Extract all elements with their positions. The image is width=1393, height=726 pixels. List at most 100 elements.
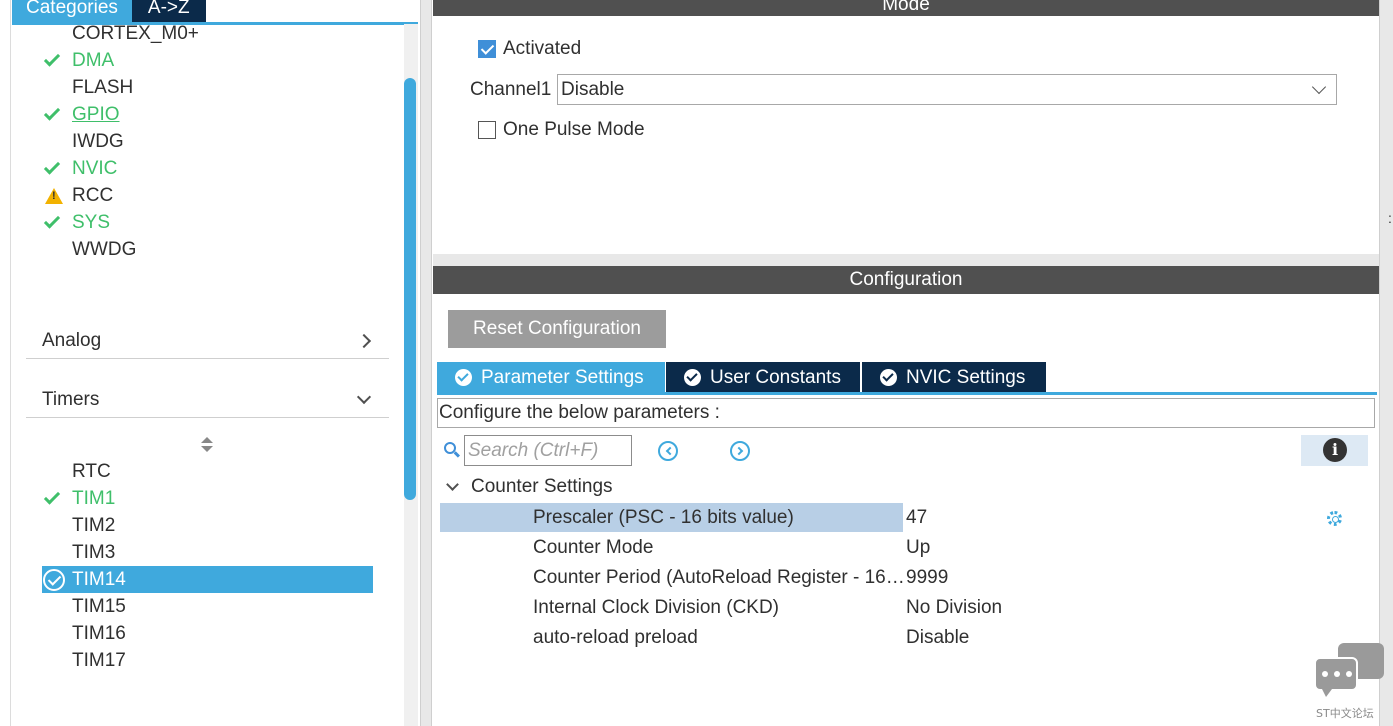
param-value[interactable]: Up <box>906 537 930 559</box>
category-item-label: SYS <box>72 211 111 233</box>
tab-parameter-settings[interactable]: Parameter Settings <box>437 362 665 393</box>
section-label: Analog <box>42 329 102 351</box>
mode-header: Mode <box>433 0 1379 16</box>
param-name: Counter Mode <box>533 537 654 558</box>
watermark-text: ST中文论坛 <box>1316 707 1374 720</box>
category-item-label: FLASH <box>72 76 134 98</box>
tab-label: User Constants <box>710 367 841 388</box>
timer-item-label: TIM16 <box>72 622 126 644</box>
timer-item-label: TIM15 <box>72 595 126 617</box>
check-icon <box>43 50 61 67</box>
right-edge: : <box>1379 0 1393 726</box>
param-value[interactable]: 47 <box>906 507 927 529</box>
category-item-label: CORTEX_M0+ <box>72 22 199 44</box>
prev-icon[interactable] <box>658 441 678 461</box>
check-icon <box>43 104 61 121</box>
check-circle-icon <box>880 369 897 386</box>
category-item-sys[interactable]: SYS <box>42 209 110 236</box>
search-input[interactable] <box>464 435 632 466</box>
tab-label: Parameter Settings <box>481 367 644 388</box>
categories-panel: Categories A->Z CORTEX_M0+ DMA FLASH GPI… <box>0 0 420 726</box>
category-item-label: IWDG <box>72 130 124 152</box>
channel1-label: Channel1 <box>470 79 552 100</box>
section-analog[interactable]: Analog <box>26 323 389 359</box>
param-row-clock-division[interactable]: Internal Clock Division (CKD) No Divisio… <box>440 593 1370 623</box>
splitter[interactable] <box>420 0 432 726</box>
timer-item-label: TIM17 <box>72 649 126 671</box>
category-item-iwdg[interactable]: IWDG <box>42 128 124 155</box>
timer-item-label: TIM2 <box>72 514 116 536</box>
chevron-down-icon <box>1311 79 1327 95</box>
category-item-label: DMA <box>72 49 115 71</box>
description-box: Configure the below parameters : <box>437 398 1375 428</box>
timer-item-label: TIM1 <box>72 487 116 509</box>
tab-nvic-settings[interactable]: NVIC Settings <box>862 362 1046 393</box>
param-name: auto-reload preload <box>533 627 698 648</box>
info-button[interactable]: i <box>1301 435 1368 466</box>
timer-item-tim3[interactable]: TIM3 <box>42 539 115 566</box>
warning-icon <box>45 187 63 204</box>
param-row-counter-mode[interactable]: Counter Mode Up <box>440 533 1370 563</box>
timer-item-label: TIM3 <box>72 541 116 563</box>
param-row-auto-reload[interactable]: auto-reload preload Disable <box>440 623 1370 653</box>
param-name: Prescaler (PSC - 16 bits value) <box>533 507 794 528</box>
param-value[interactable]: No Division <box>906 597 1002 619</box>
panel-gap <box>433 254 1379 266</box>
tab-a-to-z[interactable]: A->Z <box>131 0 206 22</box>
channel1-select[interactable]: Disable <box>557 74 1337 105</box>
timer-item-tim14[interactable]: TIM14 <box>42 566 126 593</box>
check-icon <box>43 158 61 175</box>
scrollbar-thumb[interactable] <box>404 78 416 500</box>
check-icon <box>43 212 61 229</box>
chevron-down-icon <box>446 477 459 491</box>
timer-item-tim1[interactable]: TIM1 <box>42 485 115 512</box>
chevron-right-icon <box>356 333 372 348</box>
search-icon <box>444 442 461 458</box>
category-item-label: NVIC <box>72 157 118 179</box>
category-item-label: GPIO <box>72 103 120 125</box>
param-row-counter-period[interactable]: Counter Period (AutoReload Register - 16… <box>440 563 1370 593</box>
category-item-nvic[interactable]: NVIC <box>42 155 117 182</box>
configuration-header: Configuration <box>433 266 1379 294</box>
panel-border <box>10 0 11 726</box>
check-icon <box>43 488 61 505</box>
category-item-rcc[interactable]: RCC <box>42 182 113 209</box>
tab-underline <box>437 392 1377 395</box>
category-item-label: WWDG <box>72 238 137 260</box>
param-value[interactable]: 9999 <box>906 567 948 589</box>
chevron-down-icon <box>356 389 372 404</box>
gear-icon[interactable] <box>1327 511 1342 526</box>
category-item-gpio[interactable]: GPIO <box>42 101 120 128</box>
reset-configuration-button[interactable]: Reset Configuration <box>448 310 666 348</box>
check-circle-icon <box>43 568 65 591</box>
one-pulse-checkbox[interactable] <box>478 121 496 139</box>
param-row-prescaler[interactable]: Prescaler (PSC - 16 bits value) 47 <box>440 503 1370 533</box>
next-icon[interactable] <box>730 441 750 461</box>
activated-label: Activated <box>503 38 582 59</box>
tab-user-constants[interactable]: User Constants <box>666 362 860 393</box>
group-counter-settings[interactable]: Counter Settings <box>444 476 613 498</box>
timer-item-label: TIM14 <box>72 568 126 590</box>
timer-item-tim17[interactable]: TIM17 <box>42 647 126 674</box>
tab-label: NVIC Settings <box>906 367 1026 388</box>
group-label: Counter Settings <box>471 476 613 497</box>
param-name: Internal Clock Division (CKD) <box>533 597 780 618</box>
timer-item-label: RTC <box>72 460 111 482</box>
timer-item-tim2[interactable]: TIM2 <box>42 512 115 539</box>
section-timers[interactable]: Timers <box>26 382 389 418</box>
check-circle-icon <box>455 369 472 386</box>
timer-item-tim15[interactable]: TIM15 <box>42 593 126 620</box>
tab-categories[interactable]: Categories <box>12 0 132 22</box>
sort-icon[interactable] <box>200 436 214 454</box>
forum-watermark: ST中文论坛 <box>1312 643 1386 720</box>
timer-item-tim16[interactable]: TIM16 <box>42 620 126 647</box>
section-label: Timers <box>42 388 100 410</box>
category-item-flash[interactable]: FLASH <box>42 74 133 101</box>
info-icon: i <box>1323 438 1347 462</box>
activated-checkbox[interactable] <box>478 40 496 58</box>
category-item-wwdg[interactable]: WWDG <box>42 236 136 263</box>
category-item-dma[interactable]: DMA <box>42 47 114 74</box>
category-item-cortex[interactable]: CORTEX_M0+ <box>42 20 199 47</box>
timer-item-rtc[interactable]: RTC <box>42 458 111 485</box>
param-value[interactable]: Disable <box>906 627 969 649</box>
